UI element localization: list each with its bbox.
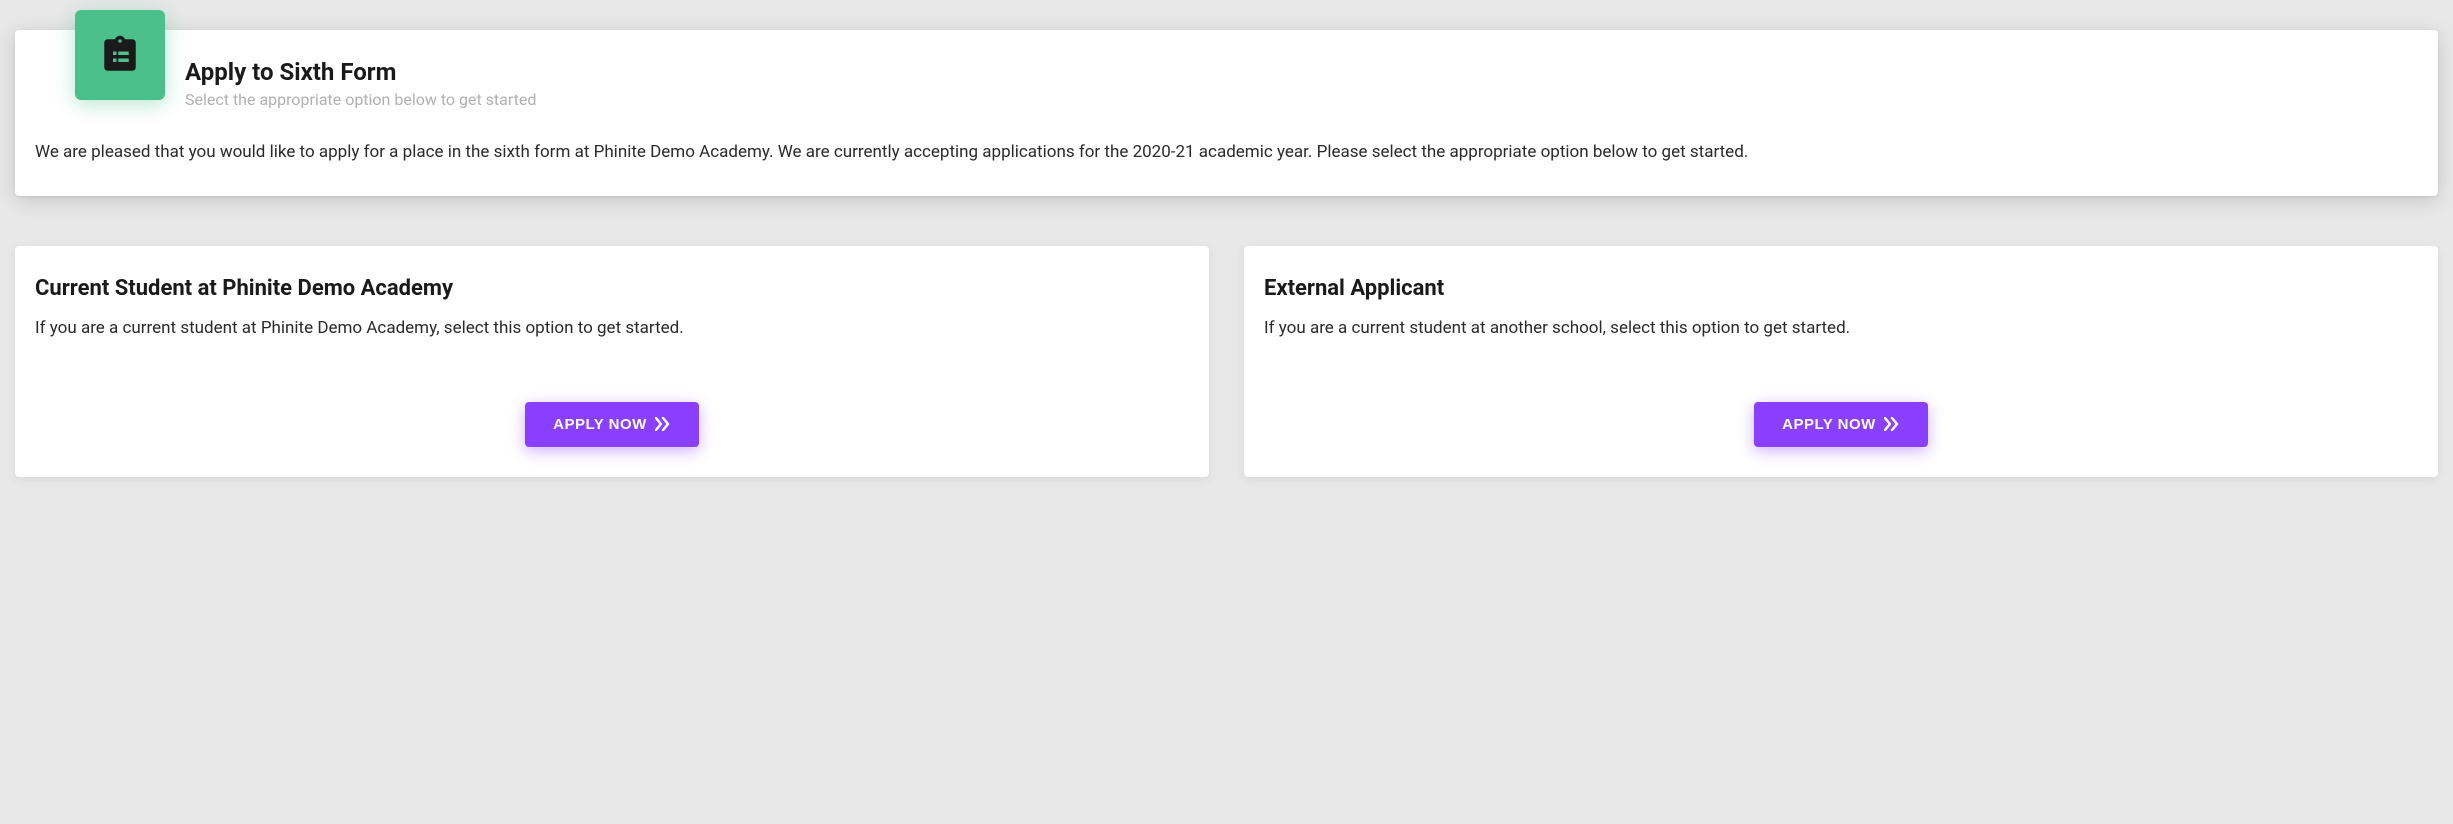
apply-button-external-applicant[interactable]: APPLY NOW [1754, 402, 1928, 447]
clipboard-icon [99, 34, 141, 76]
header-text: Apply to Sixth Form Select the appropria… [185, 50, 536, 109]
chevrons-right-icon [655, 417, 671, 431]
options-row: Current Student at Phinite Demo Academy … [15, 246, 2438, 477]
page-subtitle: Select the appropriate option below to g… [185, 90, 536, 109]
page-title: Apply to Sixth Form [185, 58, 536, 86]
option-title-external-applicant: External Applicant [1264, 276, 2418, 301]
apply-button-label: APPLY NOW [553, 416, 647, 433]
option-title-current-student: Current Student at Phinite Demo Academy [35, 276, 1189, 301]
header-top: Apply to Sixth Form Select the appropria… [35, 50, 2418, 109]
apply-button-label: APPLY NOW [1782, 416, 1876, 433]
option-description-current-student: If you are a current student at Phinite … [35, 316, 1189, 342]
header-card: Apply to Sixth Form Select the appropria… [15, 30, 2438, 196]
apply-button-current-student[interactable]: APPLY NOW [525, 402, 699, 447]
option-description-external-applicant: If you are a current student at another … [1264, 316, 2418, 342]
option-card-current-student: Current Student at Phinite Demo Academy … [15, 246, 1209, 477]
page-description: We are pleased that you would like to ap… [35, 139, 2418, 176]
clipboard-icon-badge [75, 10, 165, 100]
option-card-external-applicant: External Applicant If you are a current … [1244, 246, 2438, 477]
chevrons-right-icon [1884, 417, 1900, 431]
